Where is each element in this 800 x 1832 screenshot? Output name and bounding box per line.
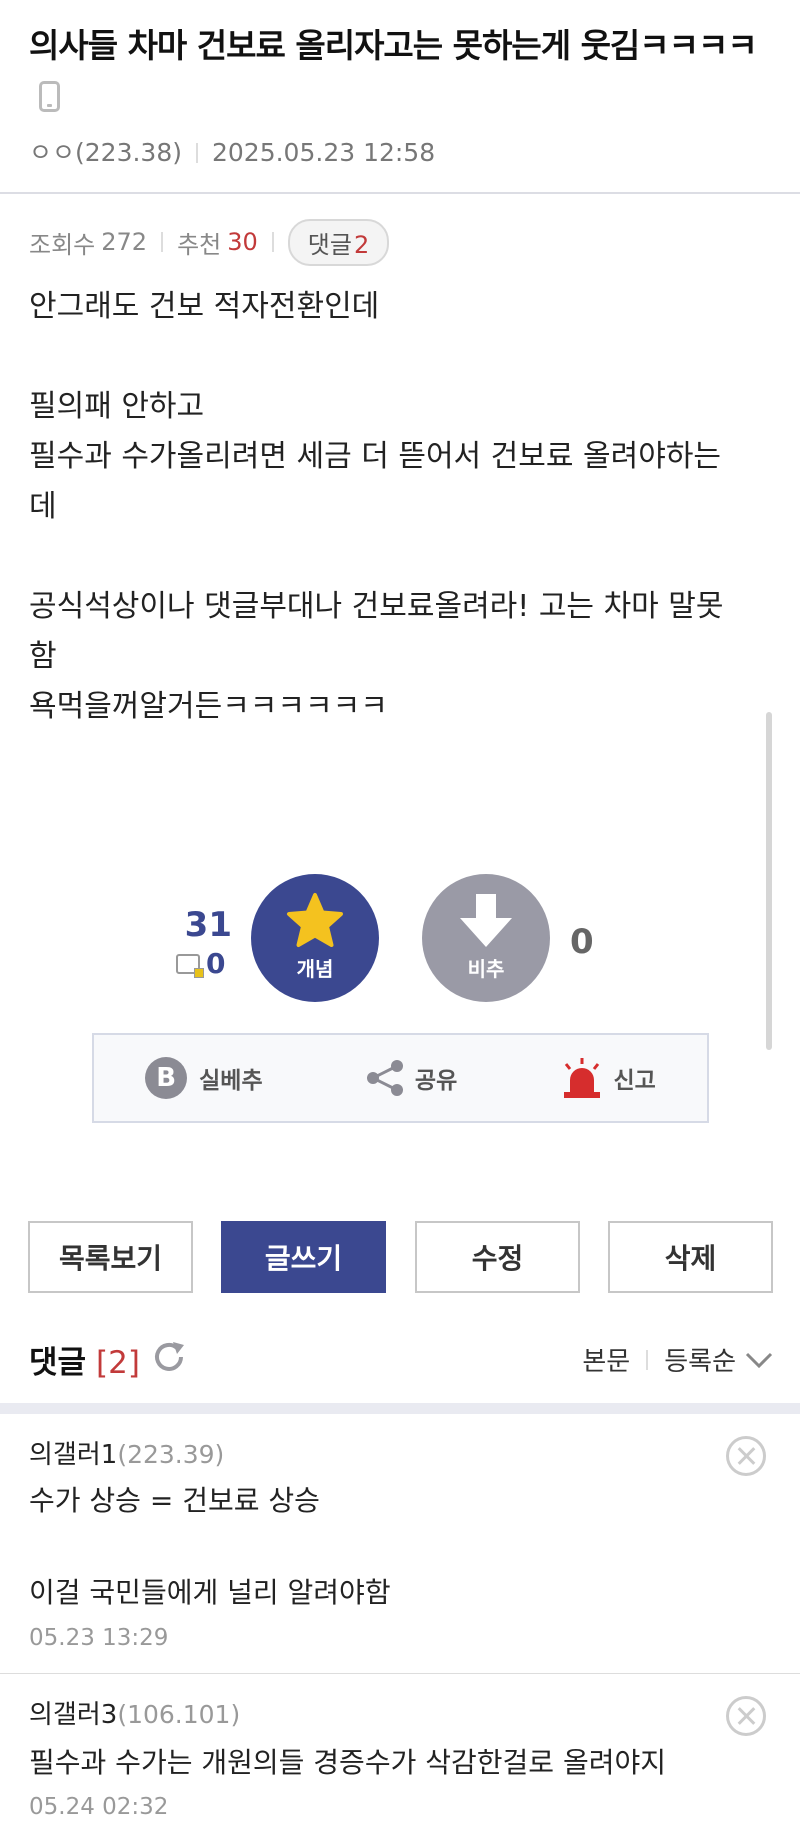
post-button-row: 목록보기 글쓰기 수정 삭제	[28, 1221, 773, 1293]
comment-author-name: 의갤러3	[29, 1700, 118, 1730]
star-icon	[287, 893, 343, 947]
post-body-line: 필의패 안하고	[29, 389, 205, 424]
comments-title: 댓글 [2]	[29, 1337, 140, 1382]
siren-icon	[563, 1058, 600, 1098]
comment-text-line: 수가 상승 = 건보료 상승	[29, 1484, 320, 1517]
report-label: 신고	[613, 1068, 656, 1094]
close-circle-icon[interactable]	[726, 1436, 766, 1476]
report-button[interactable]: 신고	[560, 1056, 656, 1100]
arrow-down-icon	[460, 894, 512, 947]
comment-text: 필수과 수가는 개원의들 경증수가 삭감한걸로 올려야지	[29, 1740, 729, 1786]
post-stats: 조회수 272 추천 30 댓글2	[29, 218, 390, 266]
views-label: 조회수	[29, 230, 96, 259]
comment-date: 05.24 02:32	[29, 1794, 169, 1820]
post-author[interactable]: ㅇㅇ(223.38)	[29, 138, 182, 167]
sort-select[interactable]: 등록순	[664, 1341, 736, 1378]
post-body-line: 공식석상이나 댓글부대나 건보료올려라! 고는 차마 말못	[29, 589, 724, 624]
comment-text-line: 이걸 국민들에게 널리 알려야함	[29, 1576, 391, 1609]
comment-author-ip: (106.101)	[117, 1700, 241, 1729]
comment-text: 수가 상승 = 건보료 상승 이걸 국민들에게 널리 알려야함	[29, 1478, 729, 1616]
comment-author-name: 의갤러1	[29, 1440, 118, 1470]
stats-divider	[271, 232, 274, 252]
post-datetime: 2025.05.23 12:58	[211, 138, 436, 167]
share-button[interactable]: 공유	[365, 1058, 457, 1098]
list-button[interactable]: 목록보기	[28, 1221, 193, 1293]
close-circle-icon[interactable]	[726, 1696, 766, 1736]
comment-count-button[interactable]: 댓글2	[287, 218, 390, 266]
post-meta: ㅇㅇ(223.38) 2025.05.23 12:58	[29, 133, 435, 169]
vote-area: 31 0 개념 비추 0	[0, 870, 800, 1005]
comment-text-line: 필수과 수가는 개원의들 경증수가 삭감한걸로 올려야지	[29, 1746, 666, 1779]
write-button[interactable]: 글쓰기	[221, 1221, 386, 1293]
post-body-line	[29, 332, 774, 382]
post-body: 안그래도 건보 적자전환인데 필의패 안하고 필수과 수가올리려면 세금 더 뜯…	[29, 282, 774, 732]
sort-divider	[646, 1349, 649, 1370]
comment-pill-count: 2	[353, 230, 370, 259]
downvote-count: 0	[570, 922, 594, 962]
view-body-link[interactable]: 본문	[582, 1341, 630, 1378]
comment-author[interactable]: 의갤러1(223.39)	[29, 1434, 224, 1471]
upvote-button[interactable]: 개념	[251, 874, 379, 1002]
upvote-count: 31	[184, 905, 232, 945]
section-divider	[0, 1403, 800, 1414]
comment-text-line	[29, 1524, 729, 1570]
comment-pill-label: 댓글	[307, 230, 352, 259]
mobile-icon	[39, 81, 60, 112]
fixed-upvote-value: 0	[206, 947, 226, 980]
downvote-label: 비추	[467, 957, 505, 981]
comment-divider	[0, 1673, 800, 1674]
post-title: 의사들 차마 건보료 올리자고는 못하는게 웃김ㅋㅋㅋㅋ	[29, 20, 774, 124]
meta-divider	[195, 143, 198, 163]
recommend-count: 30	[227, 228, 258, 256]
comment-author[interactable]: 의갤러3(106.101)	[29, 1694, 240, 1731]
comment-date: 05.23 13:29	[29, 1625, 169, 1651]
b-badge-icon: B	[145, 1057, 188, 1099]
comments-header: 댓글 [2] 본문 등록순	[29, 1337, 774, 1381]
upvote-label: 개념	[296, 957, 334, 981]
comments-sort: 본문 등록순	[582, 1341, 774, 1378]
recommend-label: 추천	[177, 230, 222, 259]
share-label: 공유	[414, 1068, 458, 1094]
post-body-line: 데	[29, 489, 57, 524]
downvote-button[interactable]: 비추	[422, 874, 550, 1002]
views-count: 272	[101, 228, 148, 256]
share-icon	[366, 1060, 403, 1096]
refresh-icon[interactable]	[151, 1339, 187, 1375]
post-body-line: 안그래도 건보 적자전환인데	[29, 289, 380, 324]
post-header: 의사들 차마 건보료 올리자고는 못하는게 웃김ㅋㅋㅋㅋ ㅇㅇ(223.38) 2…	[0, 0, 800, 194]
post-body-line: 필수과 수가올리려면 세금 더 뜯어서 건보료 올려야하는	[29, 439, 722, 474]
comments-title-text: 댓글	[29, 1345, 87, 1381]
edit-button[interactable]: 수정	[415, 1221, 580, 1293]
realbest-label: 실베추	[199, 1068, 263, 1094]
comments-count: [2]	[96, 1345, 140, 1381]
post-body-line: 욕먹을꺼알거든ㅋㅋㅋㅋㅋㅋ	[29, 689, 388, 724]
realbest-button[interactable]: B 실베추	[145, 1057, 263, 1099]
chevron-down-icon[interactable]	[744, 1350, 774, 1370]
fixed-upvote-count: 0	[176, 947, 225, 980]
post-title-text: 의사들 차마 건보료 올리자고는 못하는게 웃김ㅋㅋㅋㅋ	[29, 26, 758, 65]
post-action-bar: B 실베추 공유 신고	[92, 1033, 709, 1123]
post-body-line: 함	[29, 639, 57, 674]
comment-author-ip: (223.39)	[117, 1440, 225, 1469]
post-body-line	[29, 532, 774, 582]
stats-divider	[161, 232, 164, 252]
monitor-icon	[176, 954, 204, 978]
delete-button[interactable]: 삭제	[608, 1221, 773, 1293]
